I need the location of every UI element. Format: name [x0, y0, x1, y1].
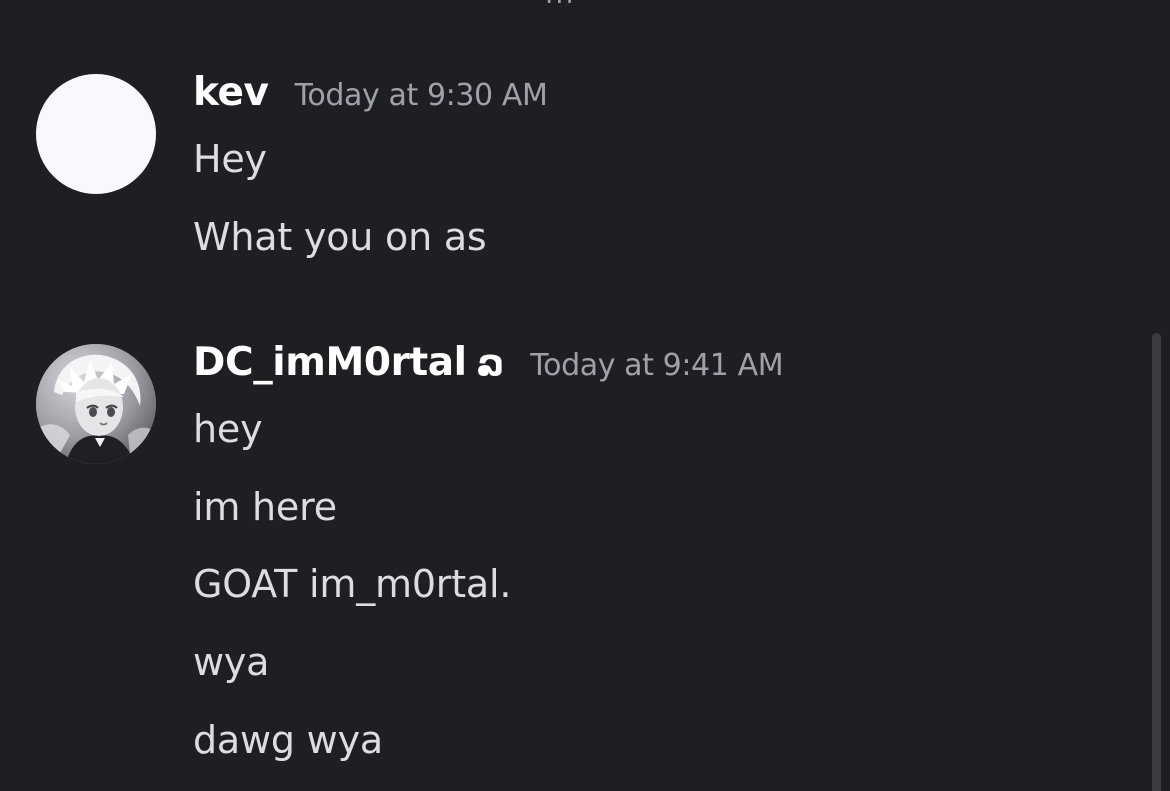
anime-avatar-icon	[36, 344, 156, 464]
message-text[interactable]: hey	[193, 407, 263, 451]
user-badge: ລ	[476, 343, 505, 384]
message-text[interactable]: GOAT im_m0rtal.	[193, 562, 511, 606]
chat-scrollbar[interactable]	[1152, 333, 1161, 791]
dc-immortal-avatar[interactable]	[36, 344, 156, 464]
timestamp-dc-immortal: Today at 9:41 AM	[530, 348, 784, 383]
username-kev[interactable]: kev	[193, 70, 269, 115]
message-text[interactable]: What you on as	[193, 215, 487, 259]
message-text[interactable]: Hey	[193, 137, 267, 181]
message-text[interactable]: dawg wya	[193, 718, 383, 762]
message-header: DC_imM0rtal ລ Today at 9:41 AM	[193, 340, 784, 385]
top-cut-off-text: ...	[545, 0, 576, 8]
timestamp-kev: Today at 9:30 AM	[294, 78, 548, 113]
message-text[interactable]: wya	[193, 640, 269, 684]
username-dc-immortal[interactable]: DC_imM0rtal	[193, 340, 467, 385]
chat-message-list[interactable]: ... kev Today at 9:30 AM Hey What you on…	[0, 0, 1170, 791]
message-header: kev Today at 9:30 AM	[193, 70, 548, 115]
message-text[interactable]: im here	[193, 485, 337, 529]
kev-avatar[interactable]	[36, 74, 156, 194]
